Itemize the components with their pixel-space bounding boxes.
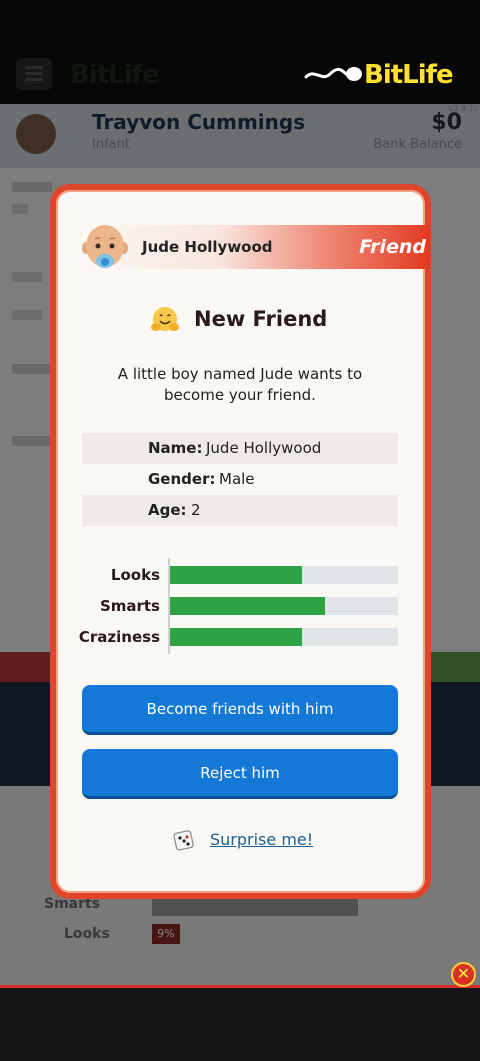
attr-label-craziness: Craziness <box>78 628 160 646</box>
sperm-logo-icon <box>304 67 362 81</box>
relationship-tag: Friend <box>359 236 426 258</box>
app-logo: BitLife <box>364 60 454 90</box>
surprise-me-link[interactable]: Surprise me! <box>210 830 313 849</box>
close-icon[interactable]: ✕ <box>451 962 476 987</box>
info-value: Male <box>219 470 255 488</box>
attr-fill-smarts <box>170 597 326 615</box>
attr-fill-looks <box>170 566 303 584</box>
info-key: Gender: <box>148 470 216 488</box>
ad-banner-bar <box>0 985 480 1061</box>
info-key: Name: <box>148 439 203 457</box>
become-friends-button[interactable]: Become friends with him <box>82 685 398 735</box>
modal-description: A little boy named Jude wants to become … <box>117 365 363 404</box>
attr-label-smarts: Smarts <box>99 597 160 615</box>
attr-fill-craziness <box>170 628 303 646</box>
info-key: Age: <box>148 501 187 519</box>
info-row-name: Name: Jude Hollywood <box>82 433 398 464</box>
attr-label-looks: Looks <box>110 566 160 584</box>
hugging-face-icon <box>151 307 179 331</box>
attr-bar-smarts <box>170 597 398 615</box>
dice-icon[interactable] <box>172 827 198 853</box>
attr-bar-looks <box>170 566 398 584</box>
info-value: Jude Hollywood <box>206 439 322 457</box>
modal-title: New Friend <box>194 307 328 331</box>
friend-name-header: Jude Hollywood <box>142 238 273 256</box>
info-value: 2 <box>191 501 201 519</box>
app-screen: BitLife Trayvon Cummings Infant $0 Bank … <box>0 0 480 1061</box>
reject-button[interactable]: Reject him <box>82 749 398 799</box>
baby-avatar-icon <box>82 225 128 268</box>
attr-bar-craziness <box>170 628 398 646</box>
info-row-gender: Gender: Male <box>82 464 398 495</box>
info-row-age: Age: 2 <box>82 495 398 526</box>
